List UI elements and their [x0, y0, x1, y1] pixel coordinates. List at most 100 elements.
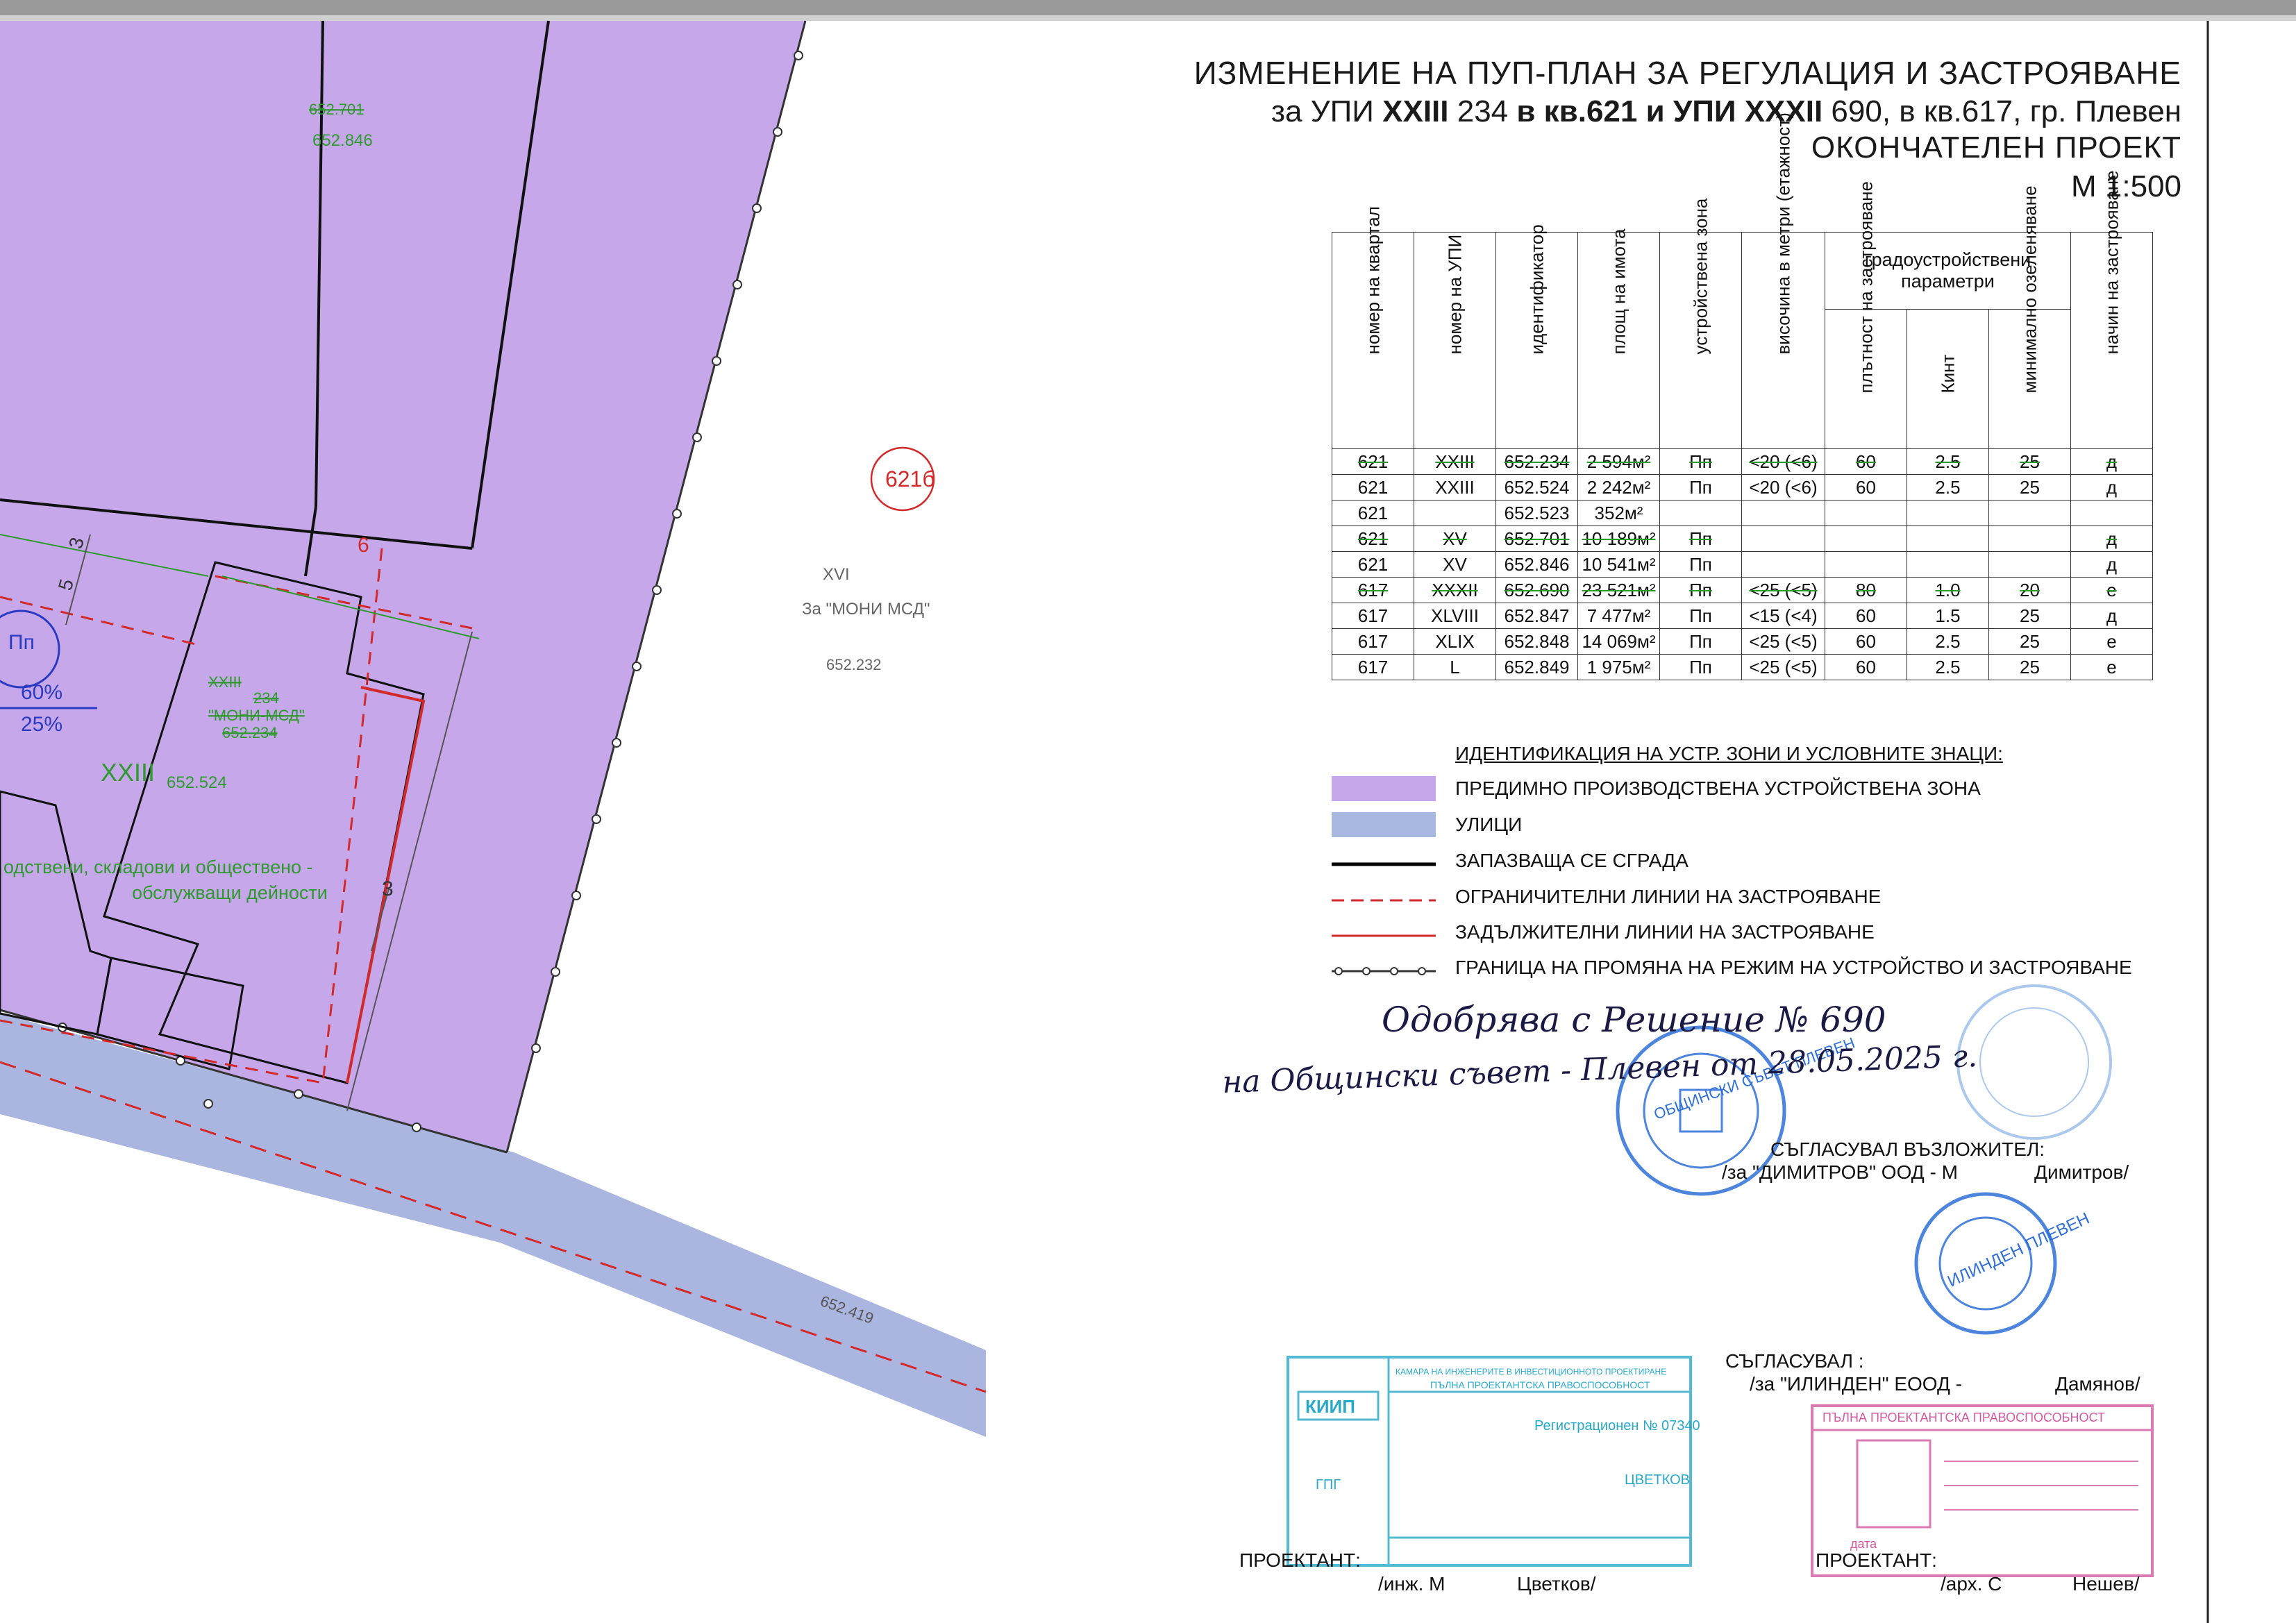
production-zone-area [0, 21, 805, 1152]
table-cell: 25 [1988, 628, 2071, 655]
table-cell: XXXII [1414, 577, 1496, 603]
zone-desc-1: одствени, складови и обществено - [3, 857, 313, 877]
signature-engineer-end: Цветков/ [1517, 1573, 1596, 1595]
kiip-name: ЦВЕТКОВ [1625, 1472, 1690, 1488]
kiip-line1: КАМАРА НА ИНЖЕНЕРИТЕ В ИНВЕСТИЦИОННОТО П… [1396, 1367, 1666, 1377]
table-cell: <25 (<5) [1741, 577, 1825, 603]
table-cell: 621 [1332, 500, 1414, 526]
table-row: 617 XLVIII 652.847 7 477м² Пп <15 (<4) 60 1.5 25… [1332, 603, 2153, 629]
table-cell: 2.5 [1907, 448, 1989, 475]
table-cell: XLIX [1414, 628, 1496, 655]
table-cell [1741, 500, 1825, 526]
table-cell [1825, 525, 1907, 552]
legend-swatch-street [1332, 812, 1436, 837]
table-cell: 80 [1825, 577, 1907, 603]
faded-round-stamp [1956, 984, 2112, 1140]
table-cell [2070, 500, 2153, 526]
table-row: 621 XXIII 652.524 2 242м² Пп <20 (<6) 60 2.5 25 д [1332, 474, 2153, 501]
table-row: 617 L 652.849 1 975м² Пп <25 (<5) 60 2.5 25 е [1332, 654, 2153, 680]
table-cell: 617 [1332, 654, 1414, 680]
table-cell: 25 [1988, 654, 2071, 680]
header-height: височина в метри (етажност) [1741, 112, 1825, 449]
kiip-section: ГПГ [1316, 1477, 1341, 1492]
signature-investor-label: СЪГЛАСУВАЛ ВЪЗЛОЖИТЕЛ: [1770, 1138, 2045, 1160]
table-cell: 7 477м² [1577, 603, 1660, 629]
project-stage: ОКОНЧАТЕЛЕН ПРОЕКТ [1811, 131, 2181, 165]
table-row: 617 XLIX 652.848 14 069м² Пп <25 (<5) 60 2.5 25 е [1332, 628, 2153, 655]
header-min-green: минимално озеленяване [1988, 185, 2071, 449]
signature-ilinden-label: СЪГЛАСУВАЛ : [1725, 1350, 1864, 1372]
project-subtitle: за УПИ XXIII 234 в кв.621 и УПИ XXXII 69… [1271, 94, 2181, 128]
parcel-652524-label: 652.524 [167, 773, 227, 792]
table-cell: д [2070, 448, 2153, 475]
table-cell: 2 242м² [1577, 474, 1660, 501]
table-cell: 60 [1825, 448, 1907, 475]
table-cell: 652.847 [1495, 603, 1578, 629]
table-cell: 1 975м² [1577, 654, 1660, 680]
table-cell: 621 [1332, 551, 1414, 578]
header-zone: устройствена зона [1659, 199, 1742, 449]
table-cell: XXIII [1414, 448, 1496, 475]
table-cell: д [2070, 525, 2153, 552]
table-row: 621 652.523 352м² [1332, 500, 2153, 526]
table-cell: 652.849 [1495, 654, 1578, 680]
kiip-reg: Регистрационен № 07340 [1534, 1418, 1700, 1433]
table-cell: Пп [1659, 577, 1742, 603]
legend-swatch-zone [1332, 776, 1436, 801]
table-cell: XV [1414, 551, 1496, 578]
table-cell: е [2070, 577, 2153, 603]
header-kint: Кинт [1907, 309, 1989, 449]
zone-green-label: 25% [21, 713, 62, 736]
table-cell: 20 [1988, 577, 2071, 603]
header-identifier: идентификатор [1495, 224, 1578, 449]
signature-engineer-name: /инж. М [1378, 1573, 1446, 1595]
table-cell [1907, 551, 1989, 578]
header-density: плътност на застрояване [1825, 181, 1907, 449]
table-cell: 652.701 [1495, 525, 1578, 552]
table-cell: Пп [1659, 525, 1742, 552]
table-cell: 1.5 [1907, 603, 1989, 629]
kiip-line2: ПЪЛНА ПРОЕКТАНТСКА ПРАВОСПОСОБНОСТ [1430, 1379, 1650, 1390]
table-cell: <20 (<6) [1741, 448, 1825, 475]
table-cell: Пп [1659, 551, 1742, 578]
project-scale: М 1:500 [2071, 169, 2181, 203]
table-cell: Пп [1659, 628, 1742, 655]
table-cell [1988, 551, 2071, 578]
table-cell: 652.234 [1495, 448, 1578, 475]
table-cell: 621 [1332, 525, 1414, 552]
block-621b-label: 621б [885, 466, 935, 491]
upi-xvi-label: XVI [823, 565, 850, 584]
table-cell: 23 521м² [1577, 577, 1660, 603]
table-row: 617 XXXII 652.690 23 521м² Пп <25 (<5) 80 1.0 20… [1332, 577, 2153, 603]
table-cell: 652.846 [1495, 551, 1578, 578]
signature-investor-end: Димитров/ [2034, 1161, 2129, 1183]
signature-architect-label: ПРОЕКТАНТ: [1816, 1549, 1937, 1571]
old-234-label: 234 [253, 689, 279, 707]
table-cell [1741, 551, 1825, 578]
kiip-logo-text: КИИП [1305, 1396, 1355, 1417]
table-cell: 1.0 [1907, 577, 1989, 603]
table-row: 621 XV 652.846 10 541м² Пп д [1332, 551, 2153, 578]
table-cell: 2.5 [1907, 628, 1989, 655]
parcel-652701-label: 652.701 [309, 101, 364, 118]
table-cell: <25 (<5) [1741, 628, 1825, 655]
table-cell [1659, 500, 1742, 526]
header-area: площ на имота [1577, 228, 1660, 449]
table-cell: 10 189м² [1577, 525, 1660, 552]
old-owner-label: "МОНИ-МСД" [208, 707, 305, 724]
arch-stamp-date: дата [1850, 1537, 1877, 1551]
table-cell: <20 (<6) [1741, 474, 1825, 501]
signature-architect-name: /арх. С [1941, 1573, 2002, 1595]
table-cell: 25 [1988, 448, 2071, 475]
table-cell: е [2070, 654, 2153, 680]
zone-desc-2: обслужващи дейности [132, 882, 328, 903]
table-cell [1907, 525, 1989, 552]
table-cell: XLVIII [1414, 603, 1496, 629]
project-title: ИЗМЕНЕНИЕ НА ПУП-ПЛАН ЗА РЕГУЛАЦИЯ И ЗАС… [1193, 55, 2181, 91]
table-cell [1907, 500, 1989, 526]
table-cell: 25 [1988, 474, 2071, 501]
old-upi-label: XXIII [208, 673, 242, 691]
table-cell: 617 [1332, 628, 1414, 655]
header-upi: номер на УПИ [1414, 232, 1496, 449]
table-cell: 652.523 [1495, 500, 1578, 526]
